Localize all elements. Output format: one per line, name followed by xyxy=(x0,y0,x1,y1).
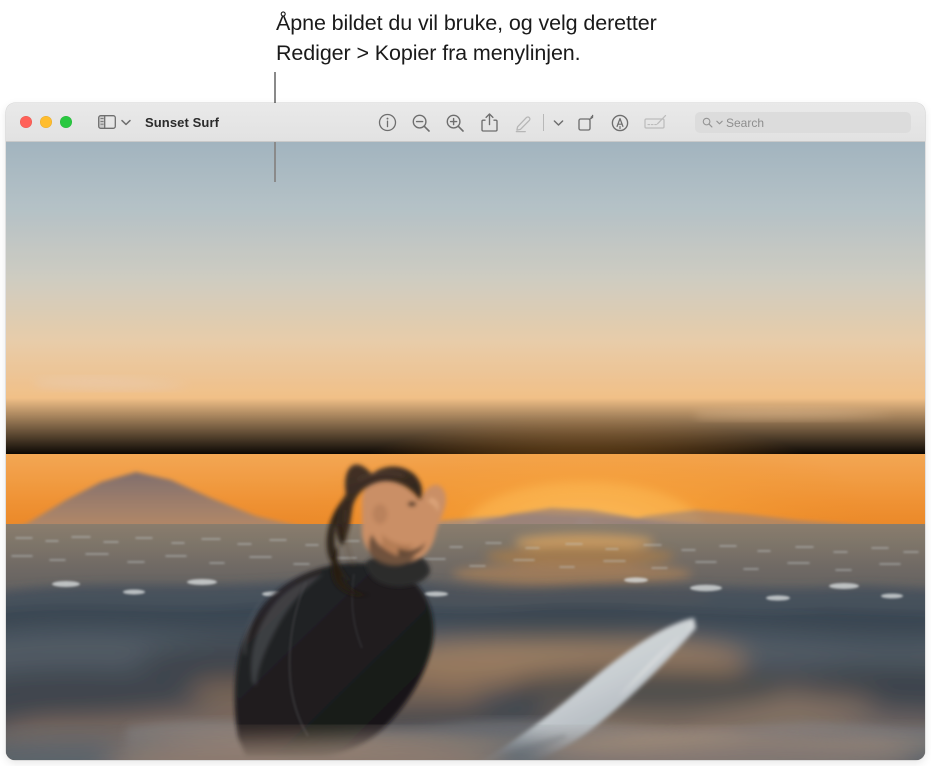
rotate-icon[interactable] xyxy=(569,108,603,138)
callout-text: Åpne bildet du vil bruke, og velg derett… xyxy=(276,11,657,65)
markup-tools-chevron-down-icon[interactable] xyxy=(547,108,569,138)
window-title: Sunset Surf xyxy=(145,114,220,130)
screenshot-root: Åpne bildet du vil bruke, og velg derett… xyxy=(0,0,931,766)
markup-pen-icon[interactable] xyxy=(506,108,540,138)
photo-canvas[interactable] xyxy=(6,142,925,760)
search-placeholder: Search xyxy=(726,115,765,130)
callout-leader-line-overlay xyxy=(274,142,276,182)
search-scope-chevron-down-icon[interactable] xyxy=(716,120,723,125)
zoom-out-icon[interactable] xyxy=(404,108,438,138)
search-icon xyxy=(702,117,713,128)
toolbar xyxy=(370,103,675,142)
search-input[interactable]: Search xyxy=(695,112,911,133)
sidebar-icon[interactable] xyxy=(98,115,116,129)
share-icon[interactable] xyxy=(472,108,506,138)
close-button[interactable] xyxy=(20,116,32,128)
toolbar-separator xyxy=(543,114,544,131)
chevron-down-icon[interactable] xyxy=(120,117,131,128)
traffic-light-group xyxy=(20,116,72,128)
minimize-button[interactable] xyxy=(40,116,52,128)
window-titlebar: Sunset Surf Search xyxy=(6,103,925,142)
zoom-in-icon[interactable] xyxy=(438,108,472,138)
info-icon[interactable] xyxy=(370,108,404,138)
annotate-icon[interactable] xyxy=(603,108,637,138)
preview-window: Sunset Surf Search xyxy=(6,103,925,760)
zoom-button[interactable] xyxy=(60,116,72,128)
signature-icon[interactable] xyxy=(637,108,675,138)
sunset-surf-photo xyxy=(6,142,925,760)
sidebar-toggle-group xyxy=(98,115,131,129)
